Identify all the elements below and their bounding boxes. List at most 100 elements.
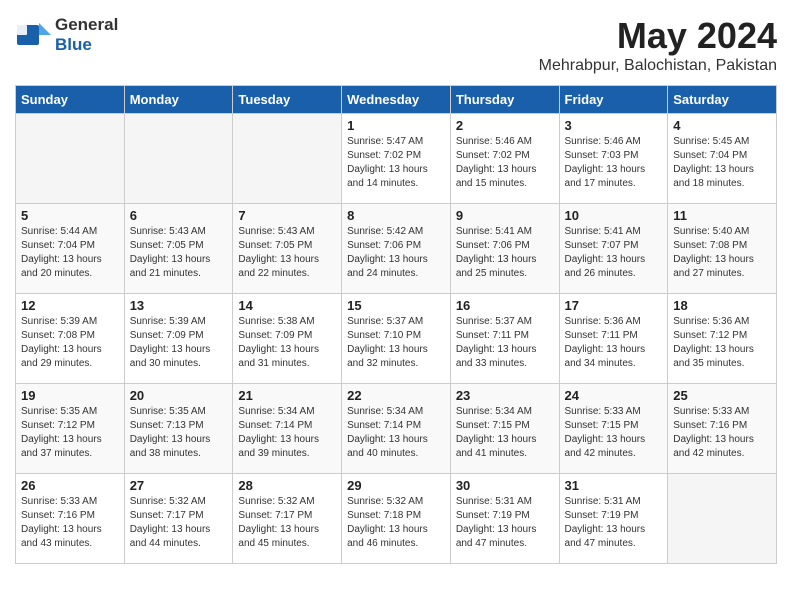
day-info: Sunrise: 5:34 AMSunset: 7:15 PMDaylight:… [456, 405, 554, 461]
day-info: Sunrise: 5:34 AMSunset: 7:14 PMDaylight:… [347, 405, 445, 461]
day-info: Sunrise: 5:31 AMSunset: 7:19 PMDaylight:… [456, 495, 554, 551]
day-info: Sunrise: 5:41 AMSunset: 7:06 PMDaylight:… [456, 225, 554, 281]
day-info: Sunrise: 5:31 AMSunset: 7:19 PMDaylight:… [565, 495, 663, 551]
logo-general: General [55, 15, 118, 34]
day-number: 21 [238, 388, 336, 403]
day-info: Sunrise: 5:40 AMSunset: 7:08 PMDaylight:… [673, 225, 771, 281]
day-number: 27 [130, 478, 228, 493]
week-row-3: 19 Sunrise: 5:35 AMSunset: 7:12 PMDayligh… [16, 384, 777, 474]
day-number: 15 [347, 298, 445, 313]
day-info: Sunrise: 5:39 AMSunset: 7:09 PMDaylight:… [130, 315, 228, 371]
day-number: 8 [347, 208, 445, 223]
day-number: 16 [456, 298, 554, 313]
day-cell: 6 Sunrise: 5:43 AMSunset: 7:05 PMDaylight… [124, 204, 233, 294]
day-info: Sunrise: 5:32 AMSunset: 7:17 PMDaylight:… [130, 495, 228, 551]
day-cell: 5 Sunrise: 5:44 AMSunset: 7:04 PMDaylight… [16, 204, 125, 294]
day-number: 6 [130, 208, 228, 223]
day-number: 1 [347, 118, 445, 133]
day-info: Sunrise: 5:33 AMSunset: 7:16 PMDaylight:… [21, 495, 119, 551]
day-cell: 12 Sunrise: 5:39 AMSunset: 7:08 PMDayligh… [16, 294, 125, 384]
day-number: 9 [456, 208, 554, 223]
day-info: Sunrise: 5:32 AMSunset: 7:18 PMDaylight:… [347, 495, 445, 551]
day-cell: 15 Sunrise: 5:37 AMSunset: 7:10 PMDayligh… [342, 294, 451, 384]
day-cell: 10 Sunrise: 5:41 AMSunset: 7:07 PMDayligh… [559, 204, 668, 294]
day-number: 2 [456, 118, 554, 133]
day-number: 12 [21, 298, 119, 313]
calendar-body: 1 Sunrise: 5:47 AMSunset: 7:02 PMDaylight… [16, 114, 777, 564]
calendar-header-row: SundayMondayTuesdayWednesdayThursdayFrid… [16, 86, 777, 114]
day-info: Sunrise: 5:39 AMSunset: 7:08 PMDaylight:… [21, 315, 119, 371]
day-info: Sunrise: 5:43 AMSunset: 7:05 PMDaylight:… [238, 225, 336, 281]
day-info: Sunrise: 5:35 AMSunset: 7:13 PMDaylight:… [130, 405, 228, 461]
day-cell: 4 Sunrise: 5:45 AMSunset: 7:04 PMDaylight… [668, 114, 777, 204]
day-info: Sunrise: 5:45 AMSunset: 7:04 PMDaylight:… [673, 135, 771, 191]
location: Mehrabpur, Balochistan, Pakistan [539, 57, 777, 75]
day-info: Sunrise: 5:37 AMSunset: 7:10 PMDaylight:… [347, 315, 445, 371]
week-row-4: 26 Sunrise: 5:33 AMSunset: 7:16 PMDayligh… [16, 474, 777, 564]
day-cell: 16Sunrise: 5:37 AMSunset: 7:11 PMDayligh… [450, 294, 559, 384]
day-header-tuesday: Tuesday [233, 86, 342, 114]
day-cell: 23 Sunrise: 5:34 AMSunset: 7:15 PMDayligh… [450, 384, 559, 474]
day-number: 23 [456, 388, 554, 403]
calendar-table: SundayMondayTuesdayWednesdayThursdayFrid… [15, 85, 777, 564]
month-year: May 2024 [539, 15, 777, 57]
day-cell [668, 474, 777, 564]
day-cell: 2Sunrise: 5:46 AMSunset: 7:02 PMDaylight… [450, 114, 559, 204]
day-number: 11 [673, 208, 771, 223]
day-header-thursday: Thursday [450, 86, 559, 114]
day-number: 18 [673, 298, 771, 313]
day-number: 29 [347, 478, 445, 493]
week-row-2: 12 Sunrise: 5:39 AMSunset: 7:08 PMDayligh… [16, 294, 777, 384]
day-info: Sunrise: 5:44 AMSunset: 7:04 PMDaylight:… [21, 225, 119, 281]
day-cell: 21Sunrise: 5:34 AMSunset: 7:14 PMDayligh… [233, 384, 342, 474]
day-cell: 29 Sunrise: 5:32 AMSunset: 7:18 PMDayligh… [342, 474, 451, 564]
day-cell: 24Sunrise: 5:33 AMSunset: 7:15 PMDayligh… [559, 384, 668, 474]
day-number: 10 [565, 208, 663, 223]
day-cell: 25Sunrise: 5:33 AMSunset: 7:16 PMDayligh… [668, 384, 777, 474]
day-cell: 18Sunrise: 5:36 AMSunset: 7:12 PMDayligh… [668, 294, 777, 384]
day-number: 3 [565, 118, 663, 133]
day-header-sunday: Sunday [16, 86, 125, 114]
day-cell: 17Sunrise: 5:36 AMSunset: 7:11 PMDayligh… [559, 294, 668, 384]
day-header-saturday: Saturday [668, 86, 777, 114]
day-cell: 14 Sunrise: 5:38 AMSunset: 7:09 PMDayligh… [233, 294, 342, 384]
day-number: 13 [130, 298, 228, 313]
day-number: 5 [21, 208, 119, 223]
day-info: Sunrise: 5:38 AMSunset: 7:09 PMDaylight:… [238, 315, 336, 371]
day-cell: 8 Sunrise: 5:42 AMSunset: 7:06 PMDaylight… [342, 204, 451, 294]
day-info: Sunrise: 5:42 AMSunset: 7:06 PMDaylight:… [347, 225, 445, 281]
day-number: 25 [673, 388, 771, 403]
day-cell [233, 114, 342, 204]
day-number: 20 [130, 388, 228, 403]
day-cell: 3 Sunrise: 5:46 AMSunset: 7:03 PMDaylight… [559, 114, 668, 204]
day-number: 7 [238, 208, 336, 223]
day-info: Sunrise: 5:47 AMSunset: 7:02 PMDaylight:… [347, 135, 445, 191]
day-cell: 30 Sunrise: 5:31 AMSunset: 7:19 PMDayligh… [450, 474, 559, 564]
day-number: 19 [21, 388, 119, 403]
title-section: May 2024 Mehrabpur, Balochistan, Pakista… [539, 15, 777, 75]
day-info: Sunrise: 5:33 AMSunset: 7:15 PMDaylight:… [565, 405, 663, 461]
day-cell: 28Sunrise: 5:32 AMSunset: 7:17 PMDayligh… [233, 474, 342, 564]
day-number: 30 [456, 478, 554, 493]
day-info: Sunrise: 5:32 AMSunset: 7:17 PMDaylight:… [238, 495, 336, 551]
day-info: Sunrise: 5:36 AMSunset: 7:11 PMDaylight:… [565, 315, 663, 371]
day-number: 22 [347, 388, 445, 403]
day-number: 4 [673, 118, 771, 133]
logo: General Blue [15, 15, 118, 55]
day-cell: 9 Sunrise: 5:41 AMSunset: 7:06 PMDaylight… [450, 204, 559, 294]
header: General Blue May 2024 Mehrabpur, Balochi… [15, 15, 777, 75]
day-cell: 19 Sunrise: 5:35 AMSunset: 7:12 PMDayligh… [16, 384, 125, 474]
day-header-wednesday: Wednesday [342, 86, 451, 114]
day-info: Sunrise: 5:35 AMSunset: 7:12 PMDaylight:… [21, 405, 119, 461]
logo-blue: Blue [55, 35, 92, 54]
day-info: Sunrise: 5:46 AMSunset: 7:03 PMDaylight:… [565, 135, 663, 191]
day-number: 31 [565, 478, 663, 493]
day-number: 14 [238, 298, 336, 313]
day-number: 26 [21, 478, 119, 493]
day-cell: 13 Sunrise: 5:39 AMSunset: 7:09 PMDayligh… [124, 294, 233, 384]
day-info: Sunrise: 5:43 AMSunset: 7:05 PMDaylight:… [130, 225, 228, 281]
day-info: Sunrise: 5:41 AMSunset: 7:07 PMDaylight:… [565, 225, 663, 281]
day-cell: 26 Sunrise: 5:33 AMSunset: 7:16 PMDayligh… [16, 474, 125, 564]
day-cell [124, 114, 233, 204]
day-cell: 22 Sunrise: 5:34 AMSunset: 7:14 PMDayligh… [342, 384, 451, 474]
